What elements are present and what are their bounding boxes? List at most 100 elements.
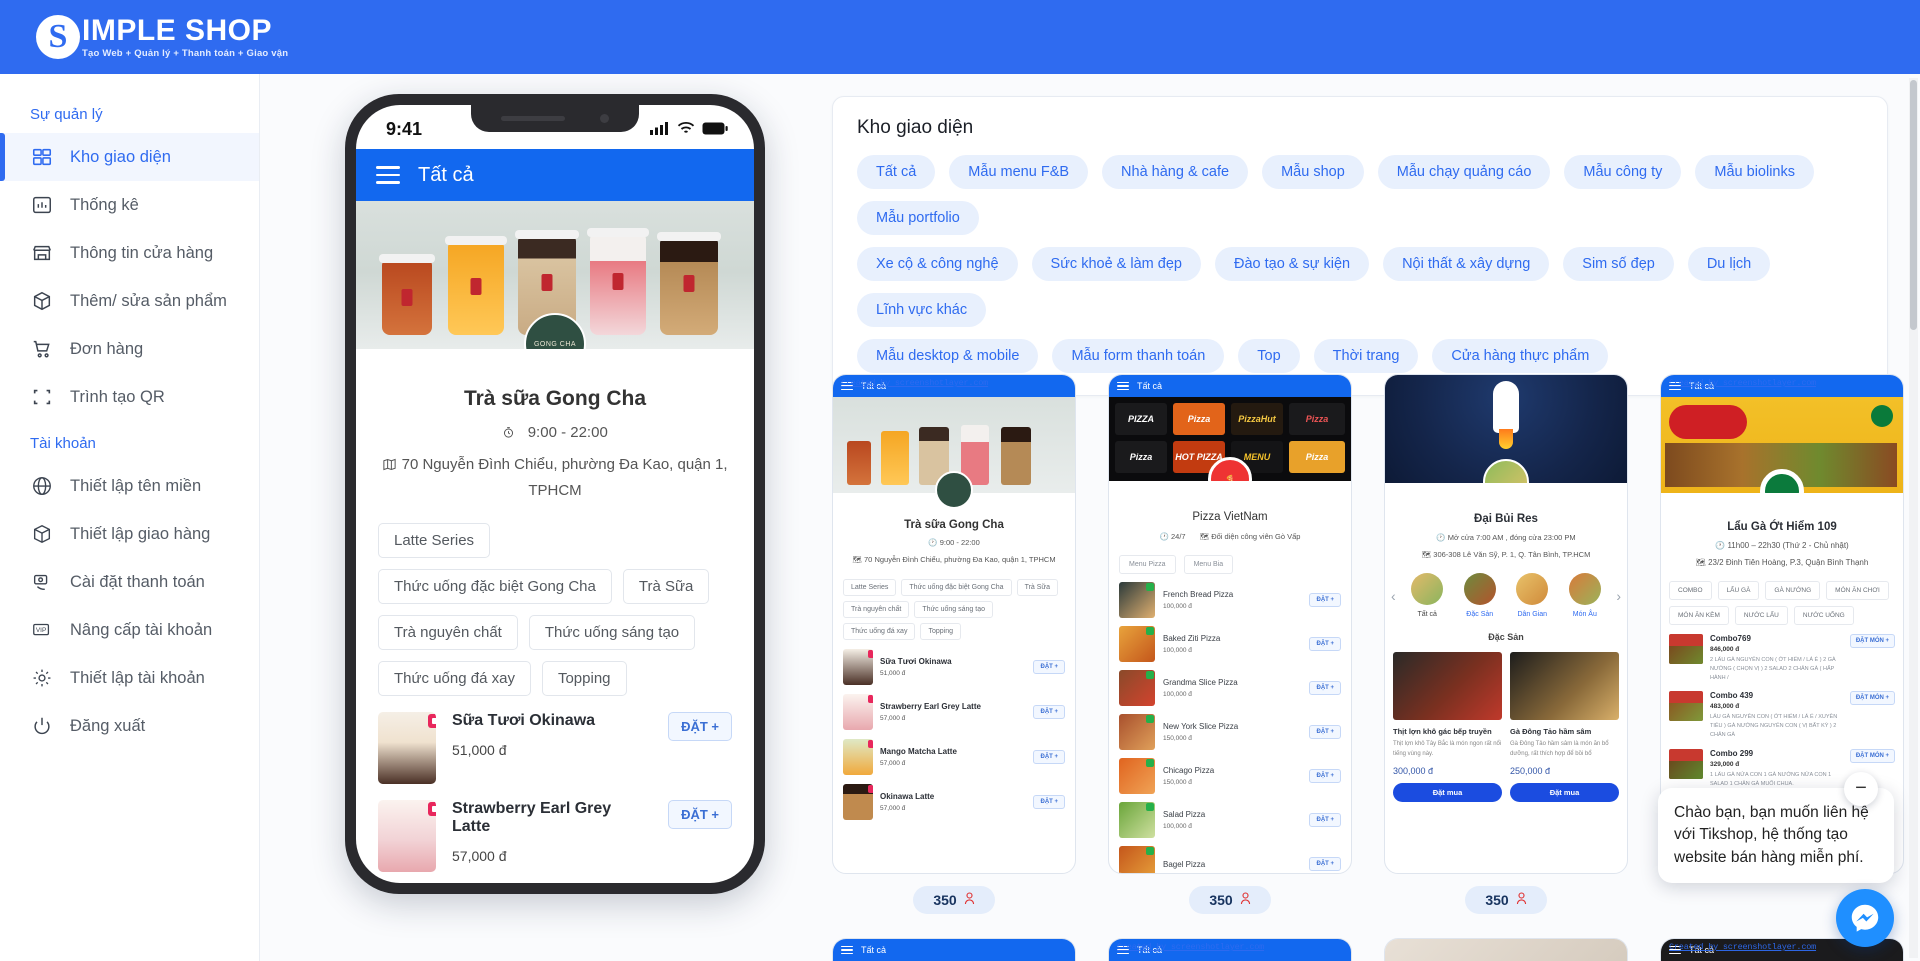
card-dish[interactable]: Thịt lợn khô gác bếp truyền Thịt lợn khô… [1393, 652, 1502, 803]
sidebar-item-thong-tin-cua-hang[interactable]: Thông tin cửa hàng [0, 229, 259, 277]
card-category-chip[interactable]: Trà nguyên chất [843, 601, 910, 619]
filter-tag-dao-tao-su-kien[interactable]: Đào tạo & sự kiện [1214, 247, 1370, 281]
sidebar-item-them-sua-san-pham[interactable]: Thêm/ sửa sản phẩm [0, 277, 259, 325]
order-button[interactable]: ĐẶT + [668, 800, 732, 829]
card-category-chip[interactable]: Thức uống đá xay [843, 623, 916, 641]
sidebar-item-trinh-tao-qr[interactable]: Trình tạo QR [0, 373, 259, 421]
page-scrollbar[interactable] [1909, 78, 1918, 958]
filter-tag-biolinks[interactable]: Mẫu biolinks [1695, 155, 1814, 189]
card-category-item[interactable]: Dân Gian [1511, 573, 1553, 618]
card-category-chips: COMBO LẨU GÀ GÀ NƯỚNG MÓN ĂN CHƠI MÓN ĂN… [1661, 581, 1903, 625]
card-order-button[interactable]: ĐẶT + [1309, 637, 1341, 651]
card-category-chip[interactable]: Menu Bia [1183, 555, 1234, 574]
card-category-chip[interactable]: Latte Series [843, 579, 897, 597]
filter-tag-menu-fnb[interactable]: Mẫu menu F&B [949, 155, 1089, 189]
card-order-button[interactable]: ĐẶT + [1309, 769, 1341, 783]
template-card-xin-chao[interactable]: Created by screenshotlayer.com Tất cả XI… [1108, 938, 1352, 961]
card-category-chip[interactable]: Topping [920, 623, 961, 641]
filter-tag-thoi-trang[interactable]: Thời trang [1313, 339, 1419, 373]
card-category-chip[interactable]: LẨU GÀ [1717, 581, 1760, 600]
card-category-chip[interactable]: NƯỚC UỐNG [1793, 606, 1854, 625]
filter-tag-xe-co-cong-nghe[interactable]: Xe cộ & công nghệ [857, 247, 1018, 281]
card-category-chip[interactable]: Menu Pizza [1119, 555, 1176, 574]
buy-button[interactable]: Đặt mua [1510, 783, 1619, 803]
filter-tag-suc-khoe-lam-dep[interactable]: Sức khoẻ & làm đẹp [1031, 247, 1201, 281]
category-chip[interactable]: Latte Series [378, 523, 491, 558]
filter-tag-noi-that-xay-dung[interactable]: Nội thất & xây dựng [1383, 247, 1550, 281]
card-order-button[interactable]: ĐẶT + [1033, 705, 1065, 720]
category-chip[interactable]: Trà Sữa [622, 569, 710, 604]
phone-appbar: Tất cả [356, 149, 754, 201]
filter-tag-nha-hang-cafe[interactable]: Nhà hàng & cafe [1102, 155, 1249, 189]
card-order-button[interactable]: ĐẶT MÓN + [1849, 748, 1895, 763]
card-category-chip[interactable]: COMBO [1669, 581, 1712, 600]
card-order-button[interactable]: ĐẶT + [1033, 750, 1065, 765]
filter-tag-cong-ty[interactable]: Mẫu công ty [1564, 155, 1682, 189]
card-category-chip[interactable]: MÓN ĂN KÈM [1669, 606, 1729, 625]
card-category-chip[interactable]: Thức uống đặc biệt Gong Cha [901, 579, 1012, 597]
card-category-chip[interactable]: GÀ NƯỚNG [1765, 581, 1821, 600]
card-order-button[interactable]: ĐẶT + [1033, 795, 1065, 810]
filter-tag-du-lich[interactable]: Du lịch [1687, 247, 1771, 281]
sidebar-item-nang-cap-tai-khoan[interactable]: VIP Nâng cấp tài khoản [0, 606, 259, 654]
chart-icon [30, 193, 54, 217]
chat-minimize-button[interactable]: − [1844, 771, 1878, 806]
card-order-button[interactable]: ĐẶT + [1309, 681, 1341, 695]
filter-tag-portfolio[interactable]: Mẫu portfolio [857, 201, 979, 235]
card-order-button[interactable]: ĐẶT + [1033, 660, 1065, 675]
filter-tag-desktop-mobile[interactable]: Mẫu desktop & mobile [857, 339, 1039, 373]
template-card-gong-cha[interactable]: Created by screenshotlayer.com Tất cả Tr… [832, 374, 1076, 914]
filter-tag-top[interactable]: Top [1238, 339, 1300, 373]
sidebar-item-dang-xuat[interactable]: Đăng xuất [0, 702, 259, 750]
filter-tag-sim-so-dep[interactable]: Sim số đẹp [1563, 247, 1674, 281]
card-order-button[interactable]: ĐẶT + [1309, 813, 1341, 827]
scrollbar-thumb[interactable] [1910, 80, 1917, 330]
chat-bubble: − Chào bạn, bạn muốn liên hệ với Tikshop… [1658, 771, 1894, 883]
card-category-item[interactable]: Tất cả [1406, 573, 1448, 618]
card-product-name: Mango Matcha Latte [880, 747, 957, 757]
brand-logo[interactable]: S IMPLE SHOP Tạo Web + Quản lý + Thanh t… [36, 15, 288, 59]
filter-tag-mau-shop[interactable]: Mẫu shop [1262, 155, 1364, 189]
card-category-chip[interactable]: Thức uống sáng tạo [914, 601, 993, 619]
template-card-pizza-vietnam[interactable]: Tất cả PIZZA Pizza PizzaHut Pizza Pizza … [1108, 374, 1352, 914]
category-chip[interactable]: Thức uống đá xay [378, 661, 531, 696]
sidebar-item-don-hang[interactable]: Đơn hàng [0, 325, 259, 373]
hamburger-menu-icon[interactable] [376, 166, 400, 184]
card-category-chip[interactable]: MÓN ĂN CHƠI [1826, 581, 1889, 600]
chevron-right-icon[interactable]: › [1616, 588, 1621, 604]
sidebar-item-kho-giao-dien[interactable]: Kho giao diện [0, 133, 259, 181]
card-order-button[interactable]: ĐẶT MÓN + [1849, 691, 1895, 706]
filter-tag-cua-hang-thuc-pham[interactable]: Cửa hàng thực phẩm [1432, 339, 1609, 373]
template-card-shoes-shop[interactable] [1384, 938, 1628, 961]
filter-tag-quang-cao[interactable]: Mẫu chạy quảng cáo [1377, 155, 1551, 189]
messenger-icon[interactable] [1836, 889, 1894, 947]
card-category-chip[interactable]: NƯỚC LẨU [1734, 606, 1788, 625]
card-order-button[interactable]: ĐẶT + [1309, 593, 1341, 607]
category-chip[interactable]: Trà nguyên chất [378, 615, 518, 650]
chevron-left-icon[interactable]: ‹ [1391, 588, 1396, 604]
card-order-button[interactable]: ĐẶT + [1309, 857, 1341, 871]
category-chip[interactable]: Topping [541, 661, 627, 696]
category-chip[interactable]: Thức uống đặc biệt Gong Cha [378, 569, 612, 604]
card-dish[interactable]: Gà Đông Tảo hầm sâm Gà Đông Tảo hầm sâm … [1510, 652, 1619, 803]
clock-icon [502, 424, 519, 441]
template-card-dai-bui-res[interactable]: Đại Bủi Res 🕐 Mở cửa 7:00 AM , đóng cửa … [1384, 374, 1628, 914]
product-price: 57,000 đ [452, 848, 507, 864]
card-category-item[interactable]: Món Âu [1564, 573, 1606, 618]
sidebar-item-thiet-lap-ten-mien[interactable]: Thiết lập tên miền [0, 462, 259, 510]
sidebar-item-thiet-lap-giao-hang[interactable]: Thiết lập giao hàng [0, 510, 259, 558]
sidebar-item-thiet-lap-tai-khoan[interactable]: Thiết lập tài khoản [0, 654, 259, 702]
filter-tag-linh-vuc-khac[interactable]: Lĩnh vực khác [857, 293, 987, 327]
card-order-button[interactable]: ĐẶT MÓN + [1849, 634, 1895, 648]
category-chip[interactable]: Thức uống sáng tạo [528, 615, 696, 650]
filter-tag-form-thanh-toan[interactable]: Mẫu form thanh toán [1052, 339, 1225, 373]
card-order-button[interactable]: ĐẶT + [1309, 725, 1341, 739]
sidebar-item-cai-dat-thanh-toan[interactable]: Cài đặt thanh toán [0, 558, 259, 606]
template-card-food-store[interactable]: Tất cả [832, 938, 1076, 961]
order-button[interactable]: ĐẶT + [668, 712, 732, 741]
buy-button[interactable]: Đặt mua [1393, 783, 1502, 803]
card-category-item[interactable]: Đặc Sản [1459, 573, 1501, 618]
card-category-chip[interactable]: Trà Sữa [1016, 579, 1058, 597]
filter-tag-tat-ca[interactable]: Tất cả [857, 155, 936, 189]
sidebar-item-thong-ke[interactable]: Thống kê [0, 181, 259, 229]
